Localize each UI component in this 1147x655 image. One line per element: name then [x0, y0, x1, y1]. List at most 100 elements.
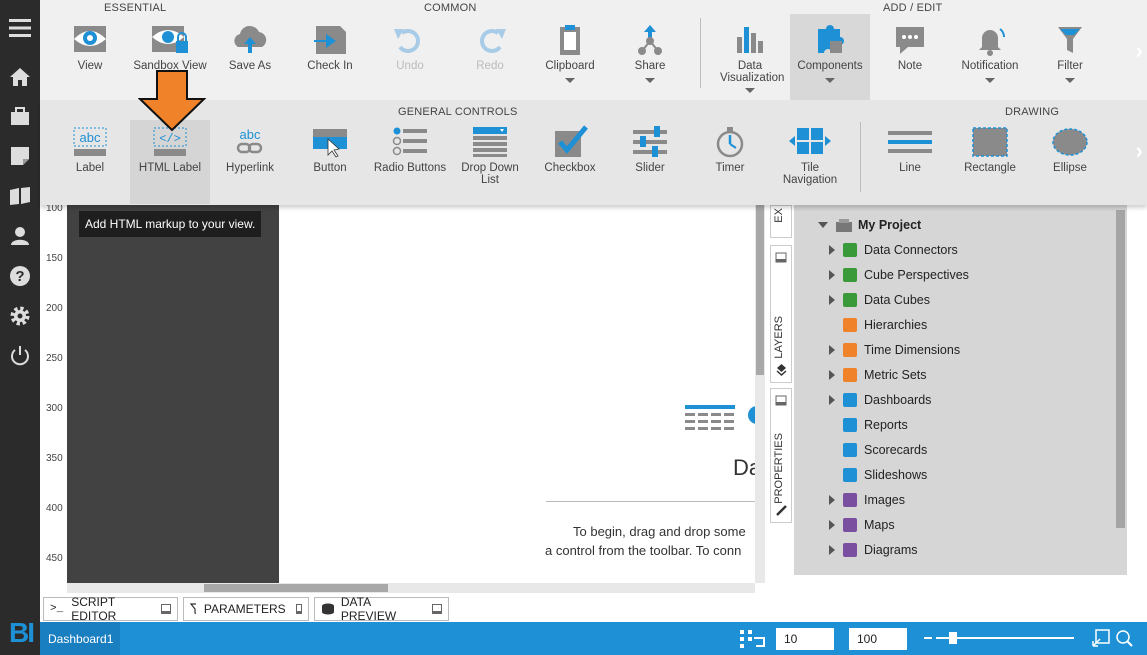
tab-explorer[interactable]: EX — [770, 205, 792, 238]
tab-script-editor[interactable]: >_ SCRIPT EDITOR — [43, 595, 178, 623]
tree-item[interactable]: Slideshows — [829, 466, 927, 484]
scrollbar-thumb[interactable] — [1116, 210, 1125, 528]
database-eye-icon — [322, 603, 334, 615]
pin-icon[interactable] — [295, 604, 302, 614]
briefcase-icon[interactable] — [8, 104, 32, 128]
filter-dropdown-caret — [1065, 78, 1075, 83]
tree-item[interactable]: Diagrams — [829, 541, 918, 559]
stepper-arrows-icon[interactable] — [817, 631, 827, 645]
save-as-button[interactable]: Save As — [210, 20, 290, 72]
canvas-vertical-scrollbar[interactable] — [755, 205, 765, 583]
ribbon-scroll-right-icon[interactable]: › — [1136, 38, 1143, 64]
expand-arrow-icon[interactable] — [829, 545, 835, 555]
tile-navigation-control-button[interactable]: Tile Navigation — [770, 122, 850, 186]
slider-control-button[interactable]: Slider — [610, 122, 690, 174]
tree-item[interactable]: Scorecards — [829, 441, 927, 459]
tree-item[interactable]: Time Dimensions — [829, 341, 960, 359]
expand-arrow-icon[interactable] — [829, 245, 835, 255]
hyperlink-control-button[interactable]: abc Hyperlink — [210, 122, 290, 174]
radio-buttons-control-button[interactable]: Radio Buttons — [370, 122, 450, 174]
tab-data-preview[interactable]: DATA PREVIEW — [314, 595, 449, 623]
zoom-to-fit-icon[interactable] — [1115, 629, 1133, 647]
html-label-control-button[interactable]: </> HTML Label — [130, 120, 210, 204]
tree-item[interactable]: Maps — [829, 516, 895, 534]
tab-parameters[interactable]: PARAMETERS — [183, 597, 309, 621]
label-control-button[interactable]: abc Label — [50, 122, 130, 174]
zoom-out-icon[interactable] — [924, 637, 932, 639]
filter-button[interactable]: Filter — [1030, 20, 1110, 83]
components-button[interactable]: Components — [790, 14, 870, 100]
user-icon[interactable] — [8, 224, 32, 248]
home-icon[interactable] — [8, 65, 32, 89]
undo-button[interactable]: Undo — [370, 20, 450, 72]
checkbox-control-button[interactable]: Checkbox — [530, 122, 610, 174]
ribbon-scroll-right-icon[interactable]: › — [1136, 138, 1143, 164]
help-icon[interactable]: ? — [8, 264, 32, 288]
ribbon-divider — [700, 18, 701, 88]
expand-arrow-icon[interactable] — [829, 345, 835, 355]
expand-arrow-icon[interactable] — [829, 295, 835, 305]
collapse-arrow-icon[interactable] — [818, 222, 828, 228]
project-explorer-tree: My Project Data Connectors Cube Perspecti… — [794, 205, 1127, 575]
expand-arrow-icon[interactable] — [829, 395, 835, 405]
down-arrow-callout-icon — [138, 70, 207, 132]
dashboard-canvas[interactable]: Da To begin, drag and drop some a contro… — [279, 205, 755, 583]
rectangle-control-button[interactable]: Rectangle — [950, 122, 1030, 174]
canvas-divider — [546, 501, 755, 502]
sandbox-view-button[interactable]: Sandbox View — [130, 20, 210, 72]
tree-item[interactable]: Hierarchies — [829, 316, 927, 334]
svg-text:abc: abc — [240, 127, 261, 142]
canvas-heading: Da — [733, 455, 755, 480]
line-control-button[interactable]: Line — [870, 122, 950, 174]
note-icon[interactable] — [8, 144, 32, 168]
button-control-button[interactable]: Button — [290, 122, 370, 174]
notification-button[interactable]: Notification — [950, 20, 1030, 83]
view-button[interactable]: View — [50, 20, 130, 72]
tree-item[interactable]: Images — [829, 491, 905, 509]
redo-button[interactable]: Redo — [450, 20, 530, 72]
tab-layers[interactable]: LAYERS — [770, 245, 792, 383]
group-title-drawing: DRAWING — [1005, 106, 1060, 118]
pin-icon[interactable] — [431, 604, 442, 614]
menu-icon[interactable] — [8, 16, 32, 40]
check-in-button[interactable]: Check In — [290, 20, 370, 72]
scrollbar-thumb[interactable] — [756, 205, 764, 375]
data-visualization-button[interactable]: Data Visualization — [710, 20, 790, 93]
expand-arrow-icon[interactable] — [829, 520, 835, 530]
timer-control-button[interactable]: Timer — [690, 122, 770, 174]
power-icon[interactable] — [8, 344, 32, 368]
fit-to-window-icon[interactable] — [1092, 629, 1110, 647]
expand-arrow-icon[interactable] — [829, 495, 835, 505]
ruler-label: 400 — [46, 503, 63, 514]
notification-dropdown-caret — [985, 78, 995, 83]
tree-item[interactable]: Data Connectors — [829, 241, 958, 259]
scrollbar-thumb[interactable] — [204, 584, 388, 592]
gear-icon[interactable] — [8, 304, 32, 328]
book-icon[interactable] — [8, 184, 32, 208]
canvas-horizontal-scrollbar[interactable] — [67, 583, 755, 593]
tab-properties[interactable]: PROPERTIES — [770, 388, 792, 523]
tree-item[interactable]: Cube Perspectives — [829, 266, 969, 284]
tree-item[interactable]: Reports — [829, 416, 908, 434]
tree-scrollbar[interactable] — [1114, 205, 1127, 575]
note-button[interactable]: Note — [870, 20, 950, 72]
tab-dashboard1[interactable]: Dashboard1 — [40, 622, 120, 655]
expand-arrow-icon[interactable] — [829, 270, 835, 280]
stepper-arrows-icon[interactable] — [893, 631, 903, 645]
pin-icon[interactable] — [161, 604, 171, 614]
terminal-icon: >_ — [50, 603, 64, 615]
drop-down-list-control-button[interactable]: Drop Down List — [450, 122, 530, 186]
clipboard-button[interactable]: Clipboard — [530, 20, 610, 83]
share-button[interactable]: Share — [610, 20, 690, 83]
tree-root-my-project[interactable]: My Project — [818, 216, 921, 234]
grid-snap-icon[interactable] — [740, 630, 766, 648]
ellipse-control-button[interactable]: Ellipse — [1030, 122, 1110, 174]
expand-arrow-icon[interactable] — [829, 370, 835, 380]
zoom-slider[interactable] — [936, 632, 1074, 644]
tree-item[interactable]: Dashboards — [829, 391, 931, 409]
tree-item-label: Time Dimensions — [864, 343, 961, 357]
zoom-slider-thumb[interactable] — [949, 632, 957, 644]
tree-item[interactable]: Data Cubes — [829, 291, 930, 309]
tree-item[interactable]: Metric Sets — [829, 366, 927, 384]
ruler-label: 150 — [46, 253, 63, 264]
